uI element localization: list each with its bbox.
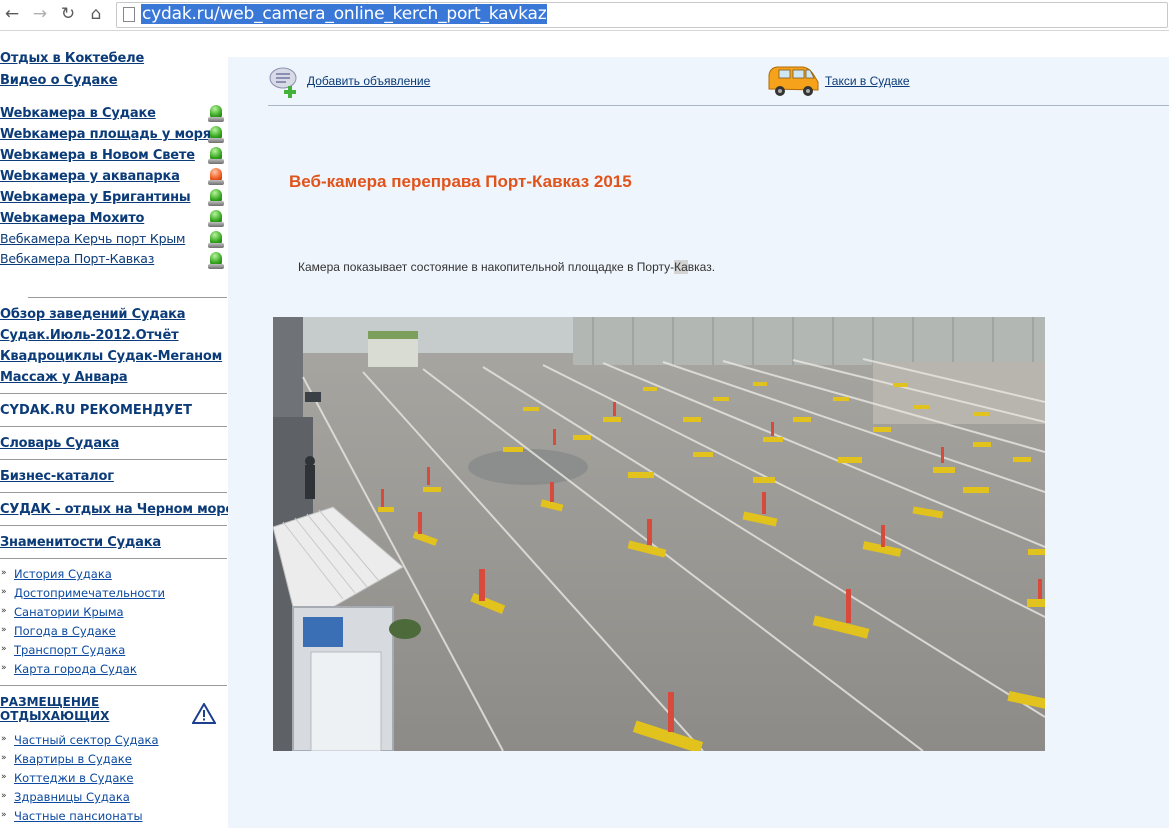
info-link[interactable]: Карта города Судак [14, 662, 137, 676]
webcam-link[interactable]: Webкамера у аквапарка [0, 169, 180, 184]
status-green-icon [208, 189, 224, 207]
page-icon [123, 7, 135, 22]
bullet: » [1, 606, 7, 616]
accommodation-heading[interactable]: РАЗМЕЩЕНИЕ ОТДЫХАЮЩИХ [0, 695, 109, 723]
status-green-icon [208, 252, 224, 270]
back-arrow-icon[interactable]: ← [2, 4, 22, 24]
home-icon[interactable]: ⌂ [86, 4, 106, 24]
bullet: » [1, 644, 7, 654]
sidebar: Отдых в Коктебеле Видео о Судаке Webкаме… [0, 31, 228, 828]
divider [0, 525, 227, 526]
status-green-icon [208, 231, 224, 249]
webcam-image [273, 317, 1045, 751]
recommends-heading: CYDAK.RU РЕКОМЕНДУЕТ [0, 403, 193, 418]
divider [0, 459, 227, 460]
taxi-link[interactable]: Такси в Судаке [825, 74, 910, 88]
sidebar-link-massage[interactable]: Массаж у Анвара [0, 370, 128, 385]
accommodation-link[interactable]: Коттеджи в Судаке [14, 771, 133, 785]
webcam-picture [273, 317, 1045, 751]
info-link[interactable]: Достопримечательности [14, 586, 165, 600]
webcam-link[interactable]: Webкамера Мохито [0, 211, 144, 226]
accommodation-link[interactable]: Частные пансионаты [14, 809, 143, 823]
sidebar-link-famous[interactable]: Знаменитости Судака [0, 535, 161, 550]
webcam-link[interactable]: Webкамера в Судаке [0, 106, 156, 121]
page-title: Веб-камера переправа Порт-Кавказ 2015 [289, 172, 632, 191]
divider [268, 105, 1169, 106]
sidebar-link-reviews[interactable]: Обзор заведений Судака [0, 307, 186, 322]
main-content: Добавить объявление Такси в Судаке Веб-к… [228, 57, 1169, 828]
bullet: » [1, 663, 7, 673]
info-link[interactable]: Погода в Судаке [14, 624, 116, 638]
reload-icon[interactable]: ↻ [58, 4, 78, 24]
divider [0, 492, 227, 493]
status-green-icon [208, 126, 224, 144]
bullet: » [1, 734, 7, 744]
sidebar-link-video[interactable]: Видео о Судаке [0, 73, 118, 88]
webcam-link[interactable]: Webкамера площадь у моря [0, 127, 211, 142]
webcam-link[interactable]: Webкамера в Новом Свете [0, 148, 195, 163]
bullet: » [1, 810, 7, 820]
divider [0, 426, 227, 427]
accommodation-link[interactable]: Здравницы Судака [14, 790, 130, 804]
bullet: » [1, 625, 7, 635]
info-link[interactable]: Транспорт Судака [14, 643, 125, 657]
accommodation-line2: ОТДЫХАЮЩИХ [0, 709, 110, 723]
divider [0, 685, 227, 686]
forward-arrow-icon[interactable]: → [30, 4, 50, 24]
info-link[interactable]: Санатории Крыма [14, 605, 124, 619]
url-text[interactable]: cydak.ru/web_camera_online_kerch_port_ka… [141, 4, 548, 24]
divider [0, 558, 227, 559]
status-green-icon [208, 210, 224, 228]
sidebar-link-report[interactable]: Судак.Июль-2012.Отчёт [0, 328, 179, 343]
sidebar-link-catalog[interactable]: Бизнес-каталог [0, 469, 114, 484]
sidebar-link-rest[interactable]: СУДАК - отдых на Черном море! [0, 502, 228, 517]
warning-icon [192, 703, 216, 724]
camera-description: Камера показывает состояние в накопитель… [298, 260, 715, 274]
divider [28, 297, 227, 298]
description-text: Камера показывает состояние в накопитель… [298, 260, 675, 274]
sidebar-link-quad[interactable]: Квадроциклы Судак-Меганом [0, 349, 222, 364]
accommodation-link[interactable]: Квартиры в Судаке [14, 752, 132, 766]
status-green-icon [208, 105, 224, 123]
info-link[interactable]: История Судака [14, 567, 112, 581]
sidebar-link-koktebel[interactable]: Отдых в Коктебеле [0, 51, 144, 66]
webcam-link[interactable]: Вебкамера Керчь порт Крым [0, 231, 185, 246]
add-ad-link[interactable]: Добавить объявление [307, 74, 430, 88]
webcam-link[interactable]: Webкамера у Бригантины [0, 190, 191, 205]
bullet: » [1, 587, 7, 597]
highlighted-text: Ка [674, 260, 688, 274]
add-ad-icon[interactable] [268, 65, 302, 99]
sidebar-link-dictionary[interactable]: Словарь Судака [0, 436, 119, 451]
taxi-icon[interactable] [765, 63, 821, 99]
divider [0, 393, 227, 394]
status-green-icon [208, 147, 224, 165]
description-text-end: вказ. [687, 260, 716, 274]
browser-toolbar: ← → ↻ ⌂ cydak.ru/web_camera_online_kerch… [0, 0, 1169, 31]
bullet: » [1, 791, 7, 801]
accommodation-line1: РАЗМЕЩЕНИЕ [0, 695, 100, 709]
bullet: » [1, 772, 7, 782]
accommodation-link[interactable]: Частный сектор Судака [14, 733, 159, 747]
status-red-icon [208, 168, 224, 186]
webcam-link[interactable]: Вебкамера Порт-Кавказ [0, 251, 154, 266]
address-bar[interactable]: cydak.ru/web_camera_online_kerch_port_ka… [116, 2, 1168, 28]
bullet: » [1, 753, 7, 763]
bullet: » [1, 568, 7, 578]
